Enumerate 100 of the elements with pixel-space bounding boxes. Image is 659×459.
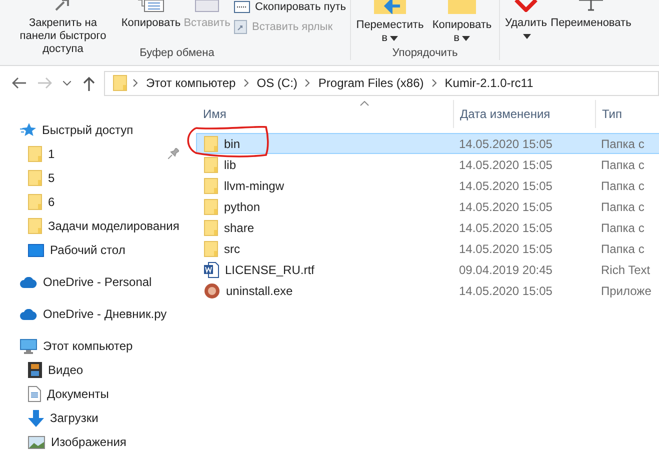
folder-icon [204, 136, 218, 152]
file-row[interactable]: lib 14.05.2020 15:05 Папка с [196, 154, 659, 175]
folder-icon [204, 220, 218, 236]
chevron-icon [133, 79, 138, 87]
column-header[interactable]: Имя [190, 100, 454, 128]
ribbon-button[interactable]: Удалить [504, 0, 548, 43]
type-cell-text: Папка с [600, 220, 646, 234]
folder-icon [28, 218, 42, 234]
breadcrumb-item[interactable]: Kumir-2.1.0-rc11 [442, 76, 536, 90]
sidebar-item[interactable]: Документы [0, 382, 190, 406]
sidebar-item[interactable]: 6 [0, 190, 190, 214]
ribbon-button[interactable]: Закрепить на панели быстрого доступа [8, 0, 118, 56]
file-row[interactable]: uninstall.exe 14.05.2020 15:05 Приложе [196, 280, 659, 301]
type-cell-text: Папка с [600, 178, 646, 192]
group-label: Упорядочить [392, 46, 458, 60]
shortcut-icon [234, 19, 247, 34]
ribbon-button[interactable]: Копировать [122, 0, 180, 30]
group-label: Буфер обмена [140, 46, 214, 60]
folder-icon [204, 198, 218, 214]
delete-icon [514, 0, 538, 12]
breadcrumb-item[interactable]: Program Files (x86) [316, 76, 426, 90]
cloud-icon [20, 276, 37, 288]
breadcrumb-item[interactable]: OS (C:) [254, 76, 300, 90]
sidebar-item[interactable]: Видео [0, 358, 190, 382]
sidebar-item[interactable]: Загрузки [0, 406, 190, 430]
caret-icon [462, 36, 470, 41]
caret-icon [390, 36, 398, 41]
word-document-icon [204, 262, 219, 278]
type-cell-text: Rich Text [600, 262, 652, 276]
folder-icon [204, 240, 218, 256]
download-icon [28, 410, 44, 426]
date-cell-text: 14.05.2020 15:05 [458, 284, 554, 298]
caret-icon [523, 34, 532, 39]
rename-icon [578, 0, 603, 12]
sidebar-item[interactable]: Задачи моделирования [0, 214, 190, 238]
document-icon [28, 386, 41, 402]
breadcrumb-item[interactable]: Этот компьютер [144, 76, 238, 90]
date-cell-text: 14.05.2020 15:05 [458, 242, 554, 256]
sidebar-item[interactable]: Рабочий стол [0, 238, 190, 262]
chevron-icon [305, 79, 310, 87]
sidebar-item[interactable]: Быстрый доступ [0, 118, 190, 142]
type-cell-text: Папка с [600, 136, 646, 150]
app-icon [204, 282, 220, 298]
forward-arrow-icon [37, 77, 53, 89]
date-cell-text: 14.05.2020 15:05 [458, 178, 554, 192]
type-cell-text: Папка с [600, 158, 646, 172]
film-icon [28, 362, 42, 378]
sidebar-item[interactable]: Изображения [0, 430, 190, 454]
cloud-icon [20, 308, 37, 320]
folder-icon [448, 0, 476, 14]
file-name: uninstall.exe [226, 284, 293, 298]
folder-icon [204, 156, 218, 172]
file-name: python [224, 200, 260, 214]
file-name: llvm-mingw [224, 178, 284, 192]
sidebar-item[interactable]: 5 [0, 166, 190, 190]
chevron-icon [432, 79, 437, 87]
date-cell-text: 14.05.2020 15:05 [458, 220, 554, 234]
computer-icon [20, 338, 37, 354]
sort-caret-icon [360, 101, 369, 106]
ribbon-button[interactable]: Переместить в [354, 0, 425, 45]
clipboard-icon [195, 0, 219, 12]
date-cell-text: 14.05.2020 15:05 [458, 136, 554, 150]
ribbon-button[interactable]: Переименовать [552, 0, 630, 30]
column-header[interactable]: Тип [596, 100, 659, 128]
chevron-down-icon [63, 80, 71, 86]
image-icon [28, 436, 45, 448]
date-cell-text: 09.04.2019 20:45 [458, 262, 554, 276]
file-row[interactable]: src 14.05.2020 15:05 Папка с [196, 238, 659, 259]
back-arrow-icon [11, 77, 27, 89]
ribbon-button[interactable]: Копировать в [428, 0, 495, 45]
file-name: src [224, 242, 240, 256]
sidebar-item[interactable]: Этот компьютер [0, 334, 190, 358]
file-row[interactable]: LICENSE_RU.rtf 09.04.2019 20:45 Rich Text [196, 259, 659, 280]
file-name: lib [224, 158, 236, 172]
column-header[interactable]: Дата изменения [454, 100, 596, 128]
file-name: LICENSE_RU.rtf [225, 262, 314, 276]
type-cell-text: Папка с [600, 242, 646, 256]
date-cell-text: 14.05.2020 15:05 [458, 158, 554, 172]
sidebar-item[interactable]: OneDrive - Дневник.ру [0, 302, 190, 326]
chevron-icon [244, 79, 249, 87]
folder-icon [113, 75, 127, 91]
type-cell-text: Приложе [600, 284, 652, 298]
file-row[interactable]: llvm-mingw 14.05.2020 15:05 Папка с [196, 175, 659, 196]
up-arrow-icon [83, 76, 95, 90]
file-name: bin [224, 136, 240, 150]
address-bar[interactable]: Этот компьютер OS (C:) Program Files (x86) Kumir-2.1.0-rc11 [104, 70, 659, 96]
sidebar-item[interactable]: OneDrive - Personal [0, 270, 190, 294]
folder-icon [28, 170, 42, 186]
file-row[interactable]: bin 14.05.2020 15:05 Папка с [196, 133, 659, 154]
folder-icon [28, 146, 42, 162]
date-cell-text: 14.05.2020 15:05 [458, 200, 554, 214]
file-row[interactable]: share 14.05.2020 15:05 Папка с [196, 217, 659, 238]
sidebar-item[interactable]: 1 [0, 142, 190, 166]
file-row[interactable]: python 14.05.2020 15:05 Папка с [196, 196, 659, 217]
folder-icon [28, 194, 42, 210]
desktop-icon [28, 244, 44, 256]
type-cell-text: Папка с [600, 200, 646, 214]
folder-icon [204, 178, 218, 194]
file-name: share [224, 220, 254, 234]
ribbon-button[interactable]: Скопировать путь [234, 1, 346, 13]
